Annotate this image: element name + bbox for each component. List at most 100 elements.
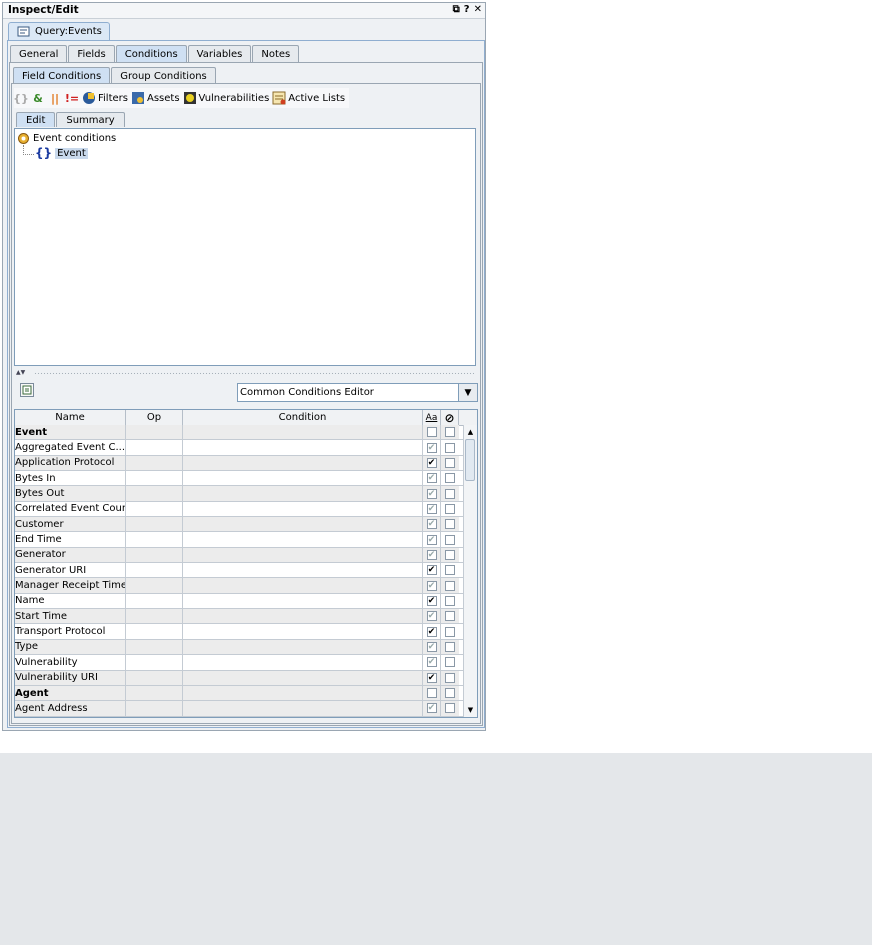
vulnerabilities-button[interactable]: Vulnerabilities	[183, 91, 269, 105]
scroll-thumb[interactable]	[465, 439, 475, 481]
row-op-cell[interactable]	[126, 471, 183, 486]
row-condition-cell[interactable]	[183, 532, 423, 547]
case-sensitive-checkbox[interactable]: ✔	[426, 519, 437, 530]
row-condition-cell[interactable]	[183, 639, 423, 655]
negate-checkbox[interactable]	[445, 503, 455, 514]
assets-button[interactable]: Assets	[131, 91, 180, 105]
row-op-cell[interactable]	[126, 701, 183, 716]
case-sensitive-checkbox[interactable]: ✔	[426, 703, 437, 714]
negate-checkbox[interactable]	[445, 657, 455, 668]
negate-checkbox[interactable]	[445, 519, 455, 530]
table-row[interactable]: Application Protocol ✔	[15, 455, 465, 472]
row-condition-cell[interactable]	[183, 578, 423, 593]
tab-conditions[interactable]: Conditions	[115, 45, 187, 62]
case-sensitive-checkbox[interactable]: ✔	[426, 549, 437, 560]
negate-icon[interactable]: ⊘	[441, 410, 459, 425]
table-row[interactable]: Transport Protocol ✔	[15, 624, 465, 640]
negate-checkbox[interactable]	[445, 595, 455, 606]
col-op[interactable]: Op	[126, 410, 183, 425]
table-row[interactable]: Customer ✔	[15, 517, 465, 533]
restore-icon[interactable]: ⧉	[453, 4, 460, 15]
row-op-cell[interactable]	[126, 609, 183, 624]
case-sensitive-checkbox[interactable]: ✔	[426, 580, 437, 591]
case-sensitive-checkbox[interactable]	[426, 688, 437, 699]
row-condition-cell[interactable]	[183, 455, 423, 471]
row-op-cell[interactable]	[126, 455, 183, 471]
row-op-cell[interactable]	[126, 532, 183, 547]
tree-node-root[interactable]: Event conditions	[17, 132, 116, 145]
case-sensitive-checkbox[interactable]: ✔	[426, 473, 437, 484]
row-condition-cell[interactable]	[183, 624, 423, 639]
row-op-cell[interactable]	[126, 624, 183, 639]
editor-select[interactable]: Common Conditions Editor ▼	[237, 383, 478, 402]
table-row[interactable]: Manager Receipt Time ✔	[15, 578, 465, 594]
row-condition-cell[interactable]	[183, 563, 423, 578]
table-scrollbar[interactable]: ▲ ▼	[463, 425, 477, 717]
tab-group-conditions[interactable]: Group Conditions	[111, 67, 216, 84]
case-sensitive-checkbox[interactable]: ✔	[426, 442, 437, 453]
row-condition-cell[interactable]	[183, 547, 423, 563]
table-row[interactable]: Event	[15, 425, 465, 441]
case-sensitive-checkbox[interactable]: ✔	[426, 488, 437, 499]
row-op-cell[interactable]	[126, 578, 183, 593]
filters-button[interactable]: Filters	[82, 91, 128, 105]
table-row[interactable]: Generator URI ✔	[15, 563, 465, 579]
negate-checkbox[interactable]	[445, 703, 455, 714]
row-op-cell[interactable]	[126, 670, 183, 685]
table-row[interactable]: Start Time ✔	[15, 609, 465, 625]
negate-checkbox[interactable]	[445, 626, 455, 637]
row-op-cell[interactable]	[126, 593, 183, 609]
table-row[interactable]: Bytes Out ✔	[15, 486, 465, 502]
or-icon[interactable]: ||	[48, 91, 62, 105]
row-op-cell[interactable]	[126, 547, 183, 563]
pane-splitter[interactable]: ▲▼	[14, 369, 478, 376]
negate-checkbox[interactable]	[445, 580, 455, 591]
help-icon[interactable]: ?	[464, 4, 470, 15]
table-row[interactable]: Bytes In ✔	[15, 471, 465, 487]
row-condition-cell[interactable]	[183, 593, 423, 609]
tab-summary[interactable]: Summary	[56, 112, 125, 127]
negate-checkbox[interactable]	[445, 427, 455, 438]
row-op-cell[interactable]	[126, 440, 183, 455]
case-sensitive-checkbox[interactable]: ✔	[426, 672, 437, 683]
row-condition-cell[interactable]	[183, 685, 423, 701]
tab-general[interactable]: General	[10, 45, 68, 62]
row-op-cell[interactable]	[126, 563, 183, 578]
row-op-cell[interactable]	[126, 655, 183, 670]
negate-checkbox[interactable]	[445, 488, 455, 499]
case-sensitive-checkbox[interactable]: ✔	[426, 657, 437, 668]
negate-checkbox[interactable]	[445, 549, 455, 560]
case-sensitive-checkbox[interactable]: ✔	[426, 457, 437, 468]
active-lists-button[interactable]: Active Lists	[272, 91, 345, 105]
scroll-up-icon[interactable]: ▲	[464, 426, 477, 438]
row-condition-cell[interactable]	[183, 670, 423, 685]
row-condition-cell[interactable]	[183, 425, 423, 440]
case-sensitive-checkbox[interactable]: ✔	[426, 611, 437, 622]
row-op-cell[interactable]	[126, 486, 183, 501]
negate-checkbox[interactable]	[445, 565, 455, 576]
row-op-cell[interactable]	[126, 685, 183, 701]
scroll-down-icon[interactable]: ▼	[464, 704, 477, 716]
negate-checkbox[interactable]	[445, 688, 455, 699]
negate-checkbox[interactable]	[445, 534, 455, 545]
row-op-cell[interactable]	[126, 425, 183, 440]
table-row[interactable]: Name ✔	[15, 593, 465, 610]
negate-checkbox[interactable]	[445, 473, 455, 484]
row-op-cell[interactable]	[126, 501, 183, 517]
row-op-cell[interactable]	[126, 639, 183, 655]
tab-edit[interactable]: Edit	[16, 112, 56, 127]
case-sensitive-checkbox[interactable]: ✔	[426, 595, 437, 606]
not-icon[interactable]: !=	[65, 91, 79, 105]
row-op-cell[interactable]	[126, 517, 183, 532]
negate-checkbox[interactable]	[445, 672, 455, 683]
case-sensitive-checkbox[interactable]: ✔	[426, 626, 437, 637]
table-row[interactable]: Vulnerability ✔	[15, 655, 465, 671]
table-row[interactable]: Type ✔	[15, 639, 465, 656]
tab-notes[interactable]: Notes	[252, 45, 300, 62]
braces-icon[interactable]: {}	[13, 91, 29, 105]
table-row[interactable]: Agent Address ✔	[15, 701, 465, 717]
col-condition[interactable]: Condition	[183, 410, 423, 425]
col-name[interactable]: Name	[15, 410, 126, 425]
table-row[interactable]: Aggregated Event C... ✔	[15, 440, 465, 456]
case-sensitive-checkbox[interactable]: ✔	[426, 565, 437, 576]
